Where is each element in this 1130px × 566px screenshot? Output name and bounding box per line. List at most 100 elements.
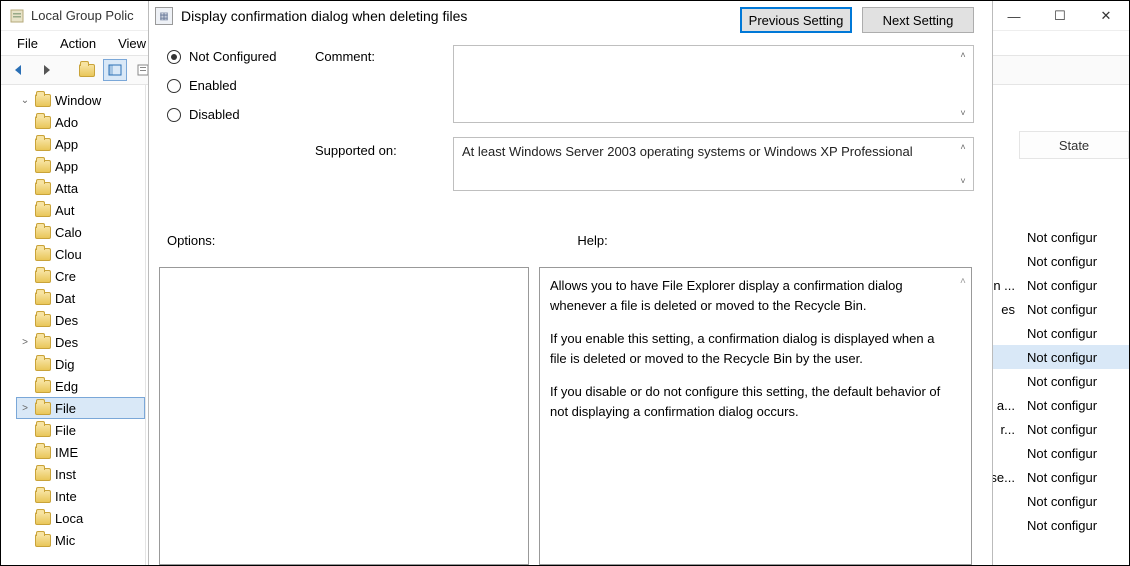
- tree-item[interactable]: Clou: [19, 243, 145, 265]
- scroll-down-icon[interactable]: ˅: [955, 106, 971, 120]
- help-paragraph: If you disable or do not configure this …: [550, 382, 949, 421]
- folder-icon: [35, 336, 51, 349]
- forward-button[interactable]: [35, 59, 59, 81]
- close-button[interactable]: ✕: [1083, 1, 1129, 31]
- tree-item[interactable]: Mic: [19, 529, 145, 551]
- help-panel: ˄ Allows you to have File Explorer displ…: [539, 267, 972, 565]
- state-cell[interactable]: Not configur: [1019, 441, 1129, 465]
- radio-enabled[interactable]: Enabled: [167, 78, 307, 93]
- radio-not-configured[interactable]: Not Configured: [167, 49, 307, 64]
- options-label: Options:: [167, 233, 215, 248]
- menu-action[interactable]: Action: [50, 34, 106, 53]
- gpedit-app-icon: [9, 8, 25, 24]
- radio-icon: [167, 108, 181, 122]
- tree-item-label: File: [55, 401, 76, 416]
- state-cell[interactable]: Not configur: [1019, 393, 1129, 417]
- tree-item-label: Inst: [55, 467, 76, 482]
- radio-icon: [167, 50, 181, 64]
- tree-item[interactable]: Des: [19, 309, 145, 331]
- state-cell[interactable]: Not configur: [1019, 225, 1129, 249]
- minimize-button[interactable]: —: [991, 1, 1037, 31]
- tree-item[interactable]: Dat: [19, 287, 145, 309]
- dialog-icon: ▦: [155, 7, 173, 25]
- scroll-up-icon[interactable]: ˄: [960, 274, 968, 284]
- folder-icon: [35, 402, 51, 415]
- state-cell[interactable]: Not configur: [1019, 297, 1129, 321]
- folder-icon: [35, 248, 51, 261]
- folder-icon: [35, 204, 51, 217]
- expander-icon[interactable]: >: [19, 403, 31, 414]
- tree-item-label: Dig: [55, 357, 75, 372]
- tree-item-label: Edg: [55, 379, 78, 394]
- dialog-title: Display confirmation dialog when deletin…: [181, 8, 467, 24]
- tree-item[interactable]: Calo: [19, 221, 145, 243]
- next-setting-button[interactable]: Next Setting: [862, 7, 974, 33]
- tree-item[interactable]: Edg: [19, 375, 145, 397]
- tree-item-label: Des: [55, 335, 78, 350]
- state-cell[interactable]: Not configur: [1019, 489, 1129, 513]
- scroll-up-icon[interactable]: ˄: [955, 48, 971, 62]
- options-panel: [159, 267, 529, 565]
- previous-setting-button[interactable]: Previous Setting: [740, 7, 852, 33]
- state-cell[interactable]: Not configur: [1019, 417, 1129, 441]
- column-header-state[interactable]: State: [1019, 131, 1129, 159]
- folder-icon: [35, 446, 51, 459]
- folder-icon: [35, 534, 51, 547]
- menu-file[interactable]: File: [7, 34, 48, 53]
- state-cell[interactable]: Not configur: [1019, 513, 1129, 537]
- nav-tree[interactable]: ⌄Window AdoAppAppAttaAutCaloClouCreDatDe…: [1, 85, 146, 565]
- folder-icon: [35, 292, 51, 305]
- tree-item-label: Des: [55, 313, 78, 328]
- tree-item[interactable]: > Des: [19, 331, 145, 353]
- tree-item[interactable]: Dig: [19, 353, 145, 375]
- state-cell[interactable]: Not configur: [1019, 345, 1129, 369]
- folder-icon: [35, 270, 51, 283]
- folder-icon: [35, 314, 51, 327]
- tree-item[interactable]: File: [19, 419, 145, 441]
- comment-textarea[interactable]: ˄ ˅: [453, 45, 974, 123]
- tree-item-label: Clou: [55, 247, 82, 262]
- tree-item[interactable]: Loca: [19, 507, 145, 529]
- maximize-button[interactable]: ☐: [1037, 1, 1083, 31]
- tree-item[interactable]: App: [19, 133, 145, 155]
- scroll-up-icon[interactable]: ˄: [955, 140, 971, 154]
- state-cell[interactable]: Not configur: [1019, 249, 1129, 273]
- state-cell[interactable]: Not configur: [1019, 465, 1129, 489]
- tree-item[interactable]: Aut: [19, 199, 145, 221]
- tree-item[interactable]: Inte: [19, 485, 145, 507]
- tree-item-label: Cre: [55, 269, 76, 284]
- tree-item[interactable]: IME: [19, 441, 145, 463]
- back-button[interactable]: [7, 59, 31, 81]
- state-cell[interactable]: Not configur: [1019, 321, 1129, 345]
- state-cell[interactable]: Not configur: [1019, 273, 1129, 297]
- folder-icon: [35, 512, 51, 525]
- tree-item[interactable]: Inst: [19, 463, 145, 485]
- policy-setting-dialog: ▦ Display confirmation dialog when delet…: [148, 1, 993, 565]
- folder-icon: [35, 424, 51, 437]
- folder-icon: [35, 116, 51, 129]
- tree-item[interactable]: Atta: [19, 177, 145, 199]
- tree-item-label: App: [55, 159, 78, 174]
- expander-icon[interactable]: >: [19, 337, 31, 348]
- scroll-down-icon[interactable]: ˅: [955, 174, 971, 188]
- tree-item[interactable]: Ado: [19, 111, 145, 133]
- tree-item-label: Atta: [55, 181, 78, 196]
- tree-item-label: Inte: [55, 489, 77, 504]
- tree-item-label: Loca: [55, 511, 83, 526]
- tree-item-root[interactable]: ⌄Window: [19, 89, 145, 111]
- dialog-titlebar: ▦ Display confirmation dialog when delet…: [149, 1, 992, 31]
- state-cell[interactable]: Not configur: [1019, 369, 1129, 393]
- radio-icon: [167, 79, 181, 93]
- folder-icon: [35, 468, 51, 481]
- help-paragraph: Allows you to have File Explorer display…: [550, 276, 949, 315]
- radio-disabled[interactable]: Disabled: [167, 107, 307, 122]
- tree-item[interactable]: Cre: [19, 265, 145, 287]
- tree-item[interactable]: > File: [16, 397, 145, 419]
- folder-icon: [35, 226, 51, 239]
- tree-item[interactable]: App: [19, 155, 145, 177]
- folder-icon: [35, 380, 51, 393]
- folder-icon: [35, 490, 51, 503]
- up-folder-button[interactable]: [75, 59, 99, 81]
- gpedit-title: Local Group Polic: [31, 8, 134, 23]
- show-tree-button[interactable]: [103, 59, 127, 81]
